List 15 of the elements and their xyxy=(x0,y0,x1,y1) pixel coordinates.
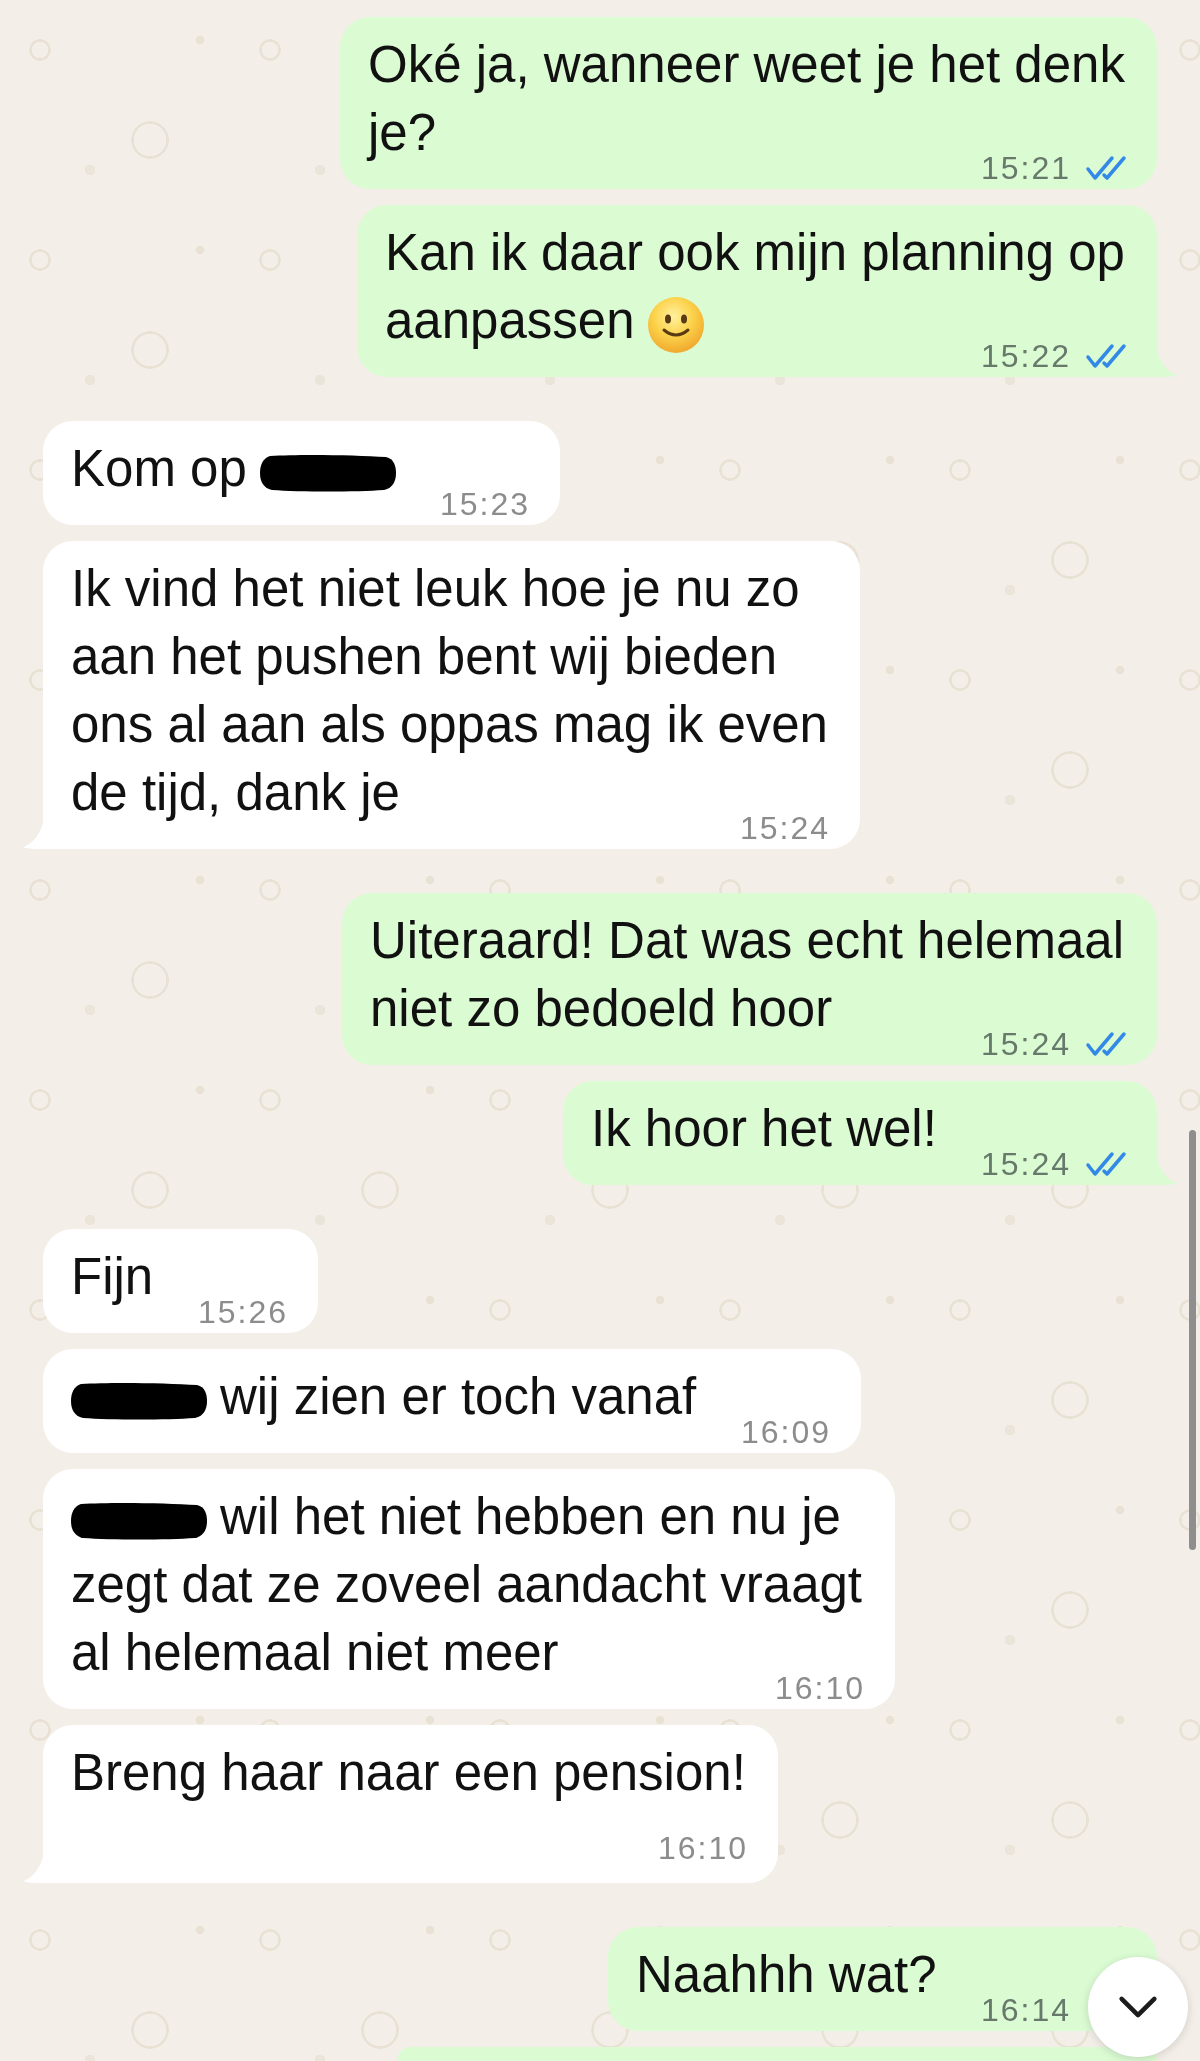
message-time: 16:09 xyxy=(740,1413,831,1451)
message-time: 16:14 xyxy=(980,1991,1071,2029)
chevron-down-icon xyxy=(1118,1995,1158,2019)
message-text: Kom op xyxy=(71,440,396,497)
smiley-icon xyxy=(647,296,704,353)
message-text: Fijn xyxy=(71,1248,154,1305)
message-text: Ik hoor het wel! xyxy=(591,1100,937,1157)
message-text: Naahhh wat? xyxy=(636,1946,937,2003)
message-time: 15:26 xyxy=(197,1293,288,1331)
message-text: wij zien er toch vanaf xyxy=(71,1368,697,1425)
message-text: Breng haar naar een pension! xyxy=(71,1744,746,1801)
message-time: 15:24 xyxy=(980,1145,1071,1183)
message-time: 16:10 xyxy=(657,1829,748,1867)
scroll-down-button[interactable] xyxy=(1088,1957,1188,2057)
message-time: 15:23 xyxy=(439,485,530,523)
